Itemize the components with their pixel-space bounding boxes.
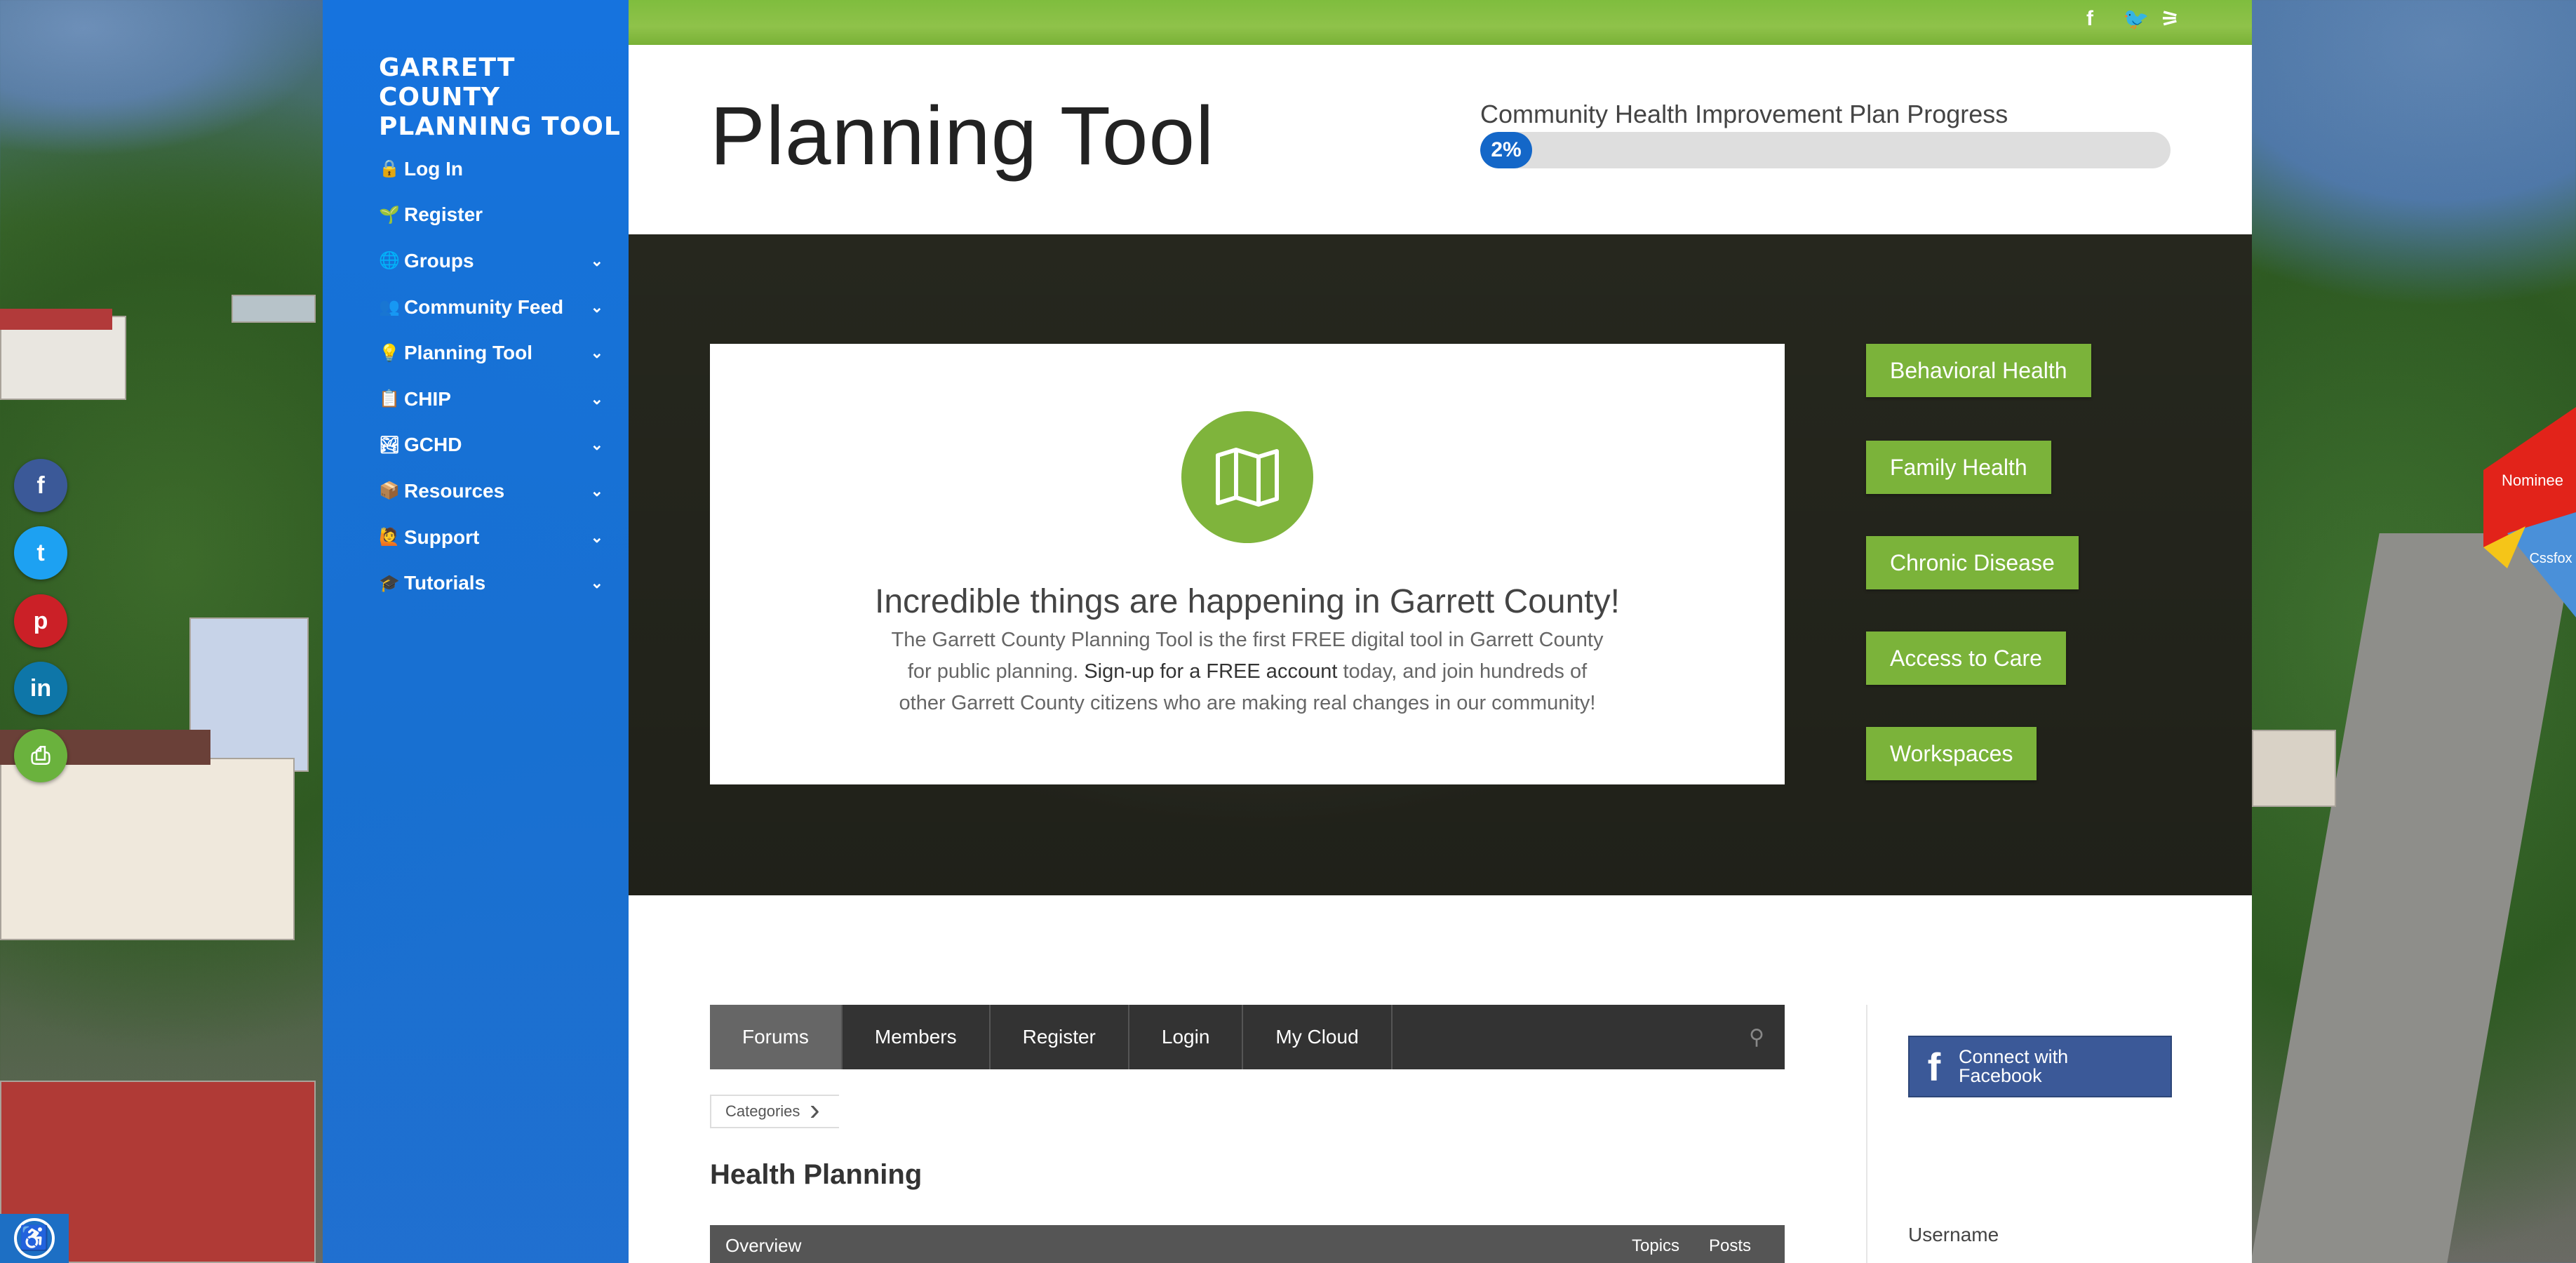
hero-card: Incredible things are happening in Garre… bbox=[710, 344, 1785, 784]
nominee-badge[interactable]: Nominee Cssfox bbox=[2483, 407, 2576, 617]
facebook-label-line-2: Facebook bbox=[1959, 1065, 2042, 1086]
tab-my-cloud[interactable]: My Cloud bbox=[1243, 1005, 1393, 1069]
box-icon: 📦 bbox=[379, 481, 400, 501]
chevron-down-icon[interactable]: ⌄ bbox=[591, 344, 603, 362]
hero-text: The Garrett County Planning Tool is the … bbox=[883, 624, 1612, 719]
facebook-icon[interactable]: f bbox=[2086, 7, 2093, 31]
sidebar-item-label: Tutorials bbox=[404, 572, 486, 594]
sidebar-item-register[interactable]: 🌱 Register bbox=[379, 192, 603, 239]
logo-line-2: PLANNING TOOL bbox=[379, 112, 621, 141]
facebook-share-button[interactable]: f bbox=[14, 459, 67, 512]
support-icon: 🙋 bbox=[379, 528, 400, 547]
username-label: Username bbox=[1908, 1224, 1999, 1245]
signup-link[interactable]: Sign-up for a FREE account bbox=[1084, 660, 1337, 683]
hero-heading: Incredible things are happening in Garre… bbox=[875, 583, 1620, 620]
hero-button-family-health[interactable]: Family Health bbox=[1866, 441, 2051, 494]
tab-members[interactable]: Members bbox=[843, 1005, 991, 1069]
page-title: Planning Tool bbox=[710, 90, 1215, 182]
chip-icon: 📋 bbox=[379, 389, 400, 409]
sidebar-item-label: Resources bbox=[404, 479, 505, 502]
topics-column-header: Topics bbox=[1632, 1236, 1680, 1255]
facebook-icon: f bbox=[1927, 1044, 1941, 1089]
chevron-down-icon[interactable]: ⌄ bbox=[591, 574, 603, 592]
sidebar-nav: 🔒 Log In 🌱 Register 🌐 Groups ⌄ 👥 Community Feed ⌄… bbox=[379, 146, 603, 606]
forum-nav: Forums Members Register Login My Cloud ⚲ bbox=[710, 1005, 1785, 1069]
chevron-down-icon[interactable]: ⌄ bbox=[591, 298, 603, 316]
sidebar-item-groups[interactable]: 🌐 Groups ⌄ bbox=[379, 238, 603, 284]
sidebar-item-label: GCHD bbox=[404, 434, 462, 456]
globe-icon: 🌐 bbox=[379, 251, 400, 271]
tutorial-icon: 🎓 bbox=[379, 573, 400, 593]
accessibility-button[interactable]: ♿ bbox=[0, 1214, 69, 1263]
tab-forums[interactable]: Forums bbox=[710, 1005, 843, 1069]
sidebar-item-label: CHIP bbox=[404, 387, 451, 410]
sidebar-item-chip[interactable]: 📋 CHIP ⌄ bbox=[379, 376, 603, 422]
divider bbox=[1866, 1005, 1867, 1263]
connect-facebook-label: Connect with Facebook bbox=[1959, 1048, 2068, 1085]
section-title: Health Planning bbox=[710, 1159, 923, 1190]
facebook-label-line-1: Connect with bbox=[1959, 1046, 2069, 1067]
twitter-icon: t bbox=[36, 539, 45, 566]
chevron-down-icon[interactable]: ⌄ bbox=[591, 528, 603, 547]
facebook-icon: f bbox=[36, 472, 45, 499]
sidebar-item-label: Planning Tool bbox=[404, 342, 533, 364]
nominee-text: Nominee bbox=[2502, 472, 2563, 489]
chevron-down-icon[interactable]: ⌄ bbox=[591, 252, 603, 270]
sidebar-item-label: Support bbox=[404, 526, 480, 548]
sidebar-item-tutorials[interactable]: 🎓 Tutorials ⌄ bbox=[379, 560, 603, 606]
hero-button-access-to-care[interactable]: Access to Care bbox=[1866, 632, 2066, 685]
print-share-button[interactable]: ⎙ bbox=[14, 729, 67, 782]
sidebar: GARRETT COUNTY PLANNING TOOL 🔒 Log In 🌱 Reg… bbox=[323, 0, 629, 1263]
sidebar-item-label: Register bbox=[404, 203, 483, 226]
people-icon: 👥 bbox=[379, 298, 400, 317]
connect-facebook-button[interactable]: f Connect with Facebook bbox=[1908, 1036, 2172, 1097]
lightbulb-icon: 💡 bbox=[379, 343, 400, 363]
twitter-icon[interactable]: 🐦 bbox=[2123, 7, 2149, 32]
chevron-down-icon[interactable]: ⌄ bbox=[591, 390, 603, 408]
tab-login[interactable]: Login bbox=[1129, 1005, 1244, 1069]
cssfox-text: Cssfox bbox=[2529, 551, 2572, 566]
hero-button-workspaces[interactable]: Workspaces bbox=[1866, 727, 2037, 780]
sidebar-item-support[interactable]: 🙋 Support ⌄ bbox=[379, 514, 603, 561]
accessibility-icon: ♿ bbox=[14, 1218, 55, 1259]
tab-register[interactable]: Register bbox=[991, 1005, 1129, 1069]
search-icon[interactable]: ⚲ bbox=[1729, 1005, 1785, 1069]
sidebar-item-log-in[interactable]: 🔒 Log In bbox=[379, 146, 603, 192]
sidebar-item-label: Groups bbox=[404, 249, 474, 272]
rss-icon[interactable]: ⚞ bbox=[2161, 7, 2180, 32]
sidebar-item-label: Log In bbox=[404, 157, 463, 180]
progress-label: Community Health Improvement Plan Progre… bbox=[1480, 100, 2008, 128]
chevron-down-icon[interactable]: ⌄ bbox=[591, 436, 603, 454]
page-header: Planning Tool Community Health Improveme… bbox=[629, 45, 2252, 234]
sidebar-item-planning-tool[interactable]: 💡 Planning Tool ⌄ bbox=[379, 330, 603, 376]
sidebar-item-label: Community Feed bbox=[404, 295, 564, 318]
progress-fill: 2% bbox=[1480, 132, 1532, 168]
sprout-icon: 🌱 bbox=[379, 205, 400, 225]
pinterest-share-button[interactable]: p bbox=[14, 594, 67, 648]
chevron-down-icon[interactable]: ⌄ bbox=[591, 482, 603, 500]
sidebar-item-gchd[interactable]: 🏞 GCHD ⌄ bbox=[379, 422, 603, 469]
sidebar-item-resources[interactable]: 📦 Resources ⌄ bbox=[379, 468, 603, 514]
twitter-share-button[interactable]: t bbox=[14, 526, 67, 580]
landscape-icon: 🏞 bbox=[379, 435, 401, 455]
hero-banner: Incredible things are happening in Garre… bbox=[629, 234, 2252, 895]
sidebar-item-community-feed[interactable]: 👥 Community Feed ⌄ bbox=[379, 284, 603, 330]
top-band: f 🐦 ⚞ bbox=[629, 0, 2252, 45]
map-icon bbox=[1181, 411, 1313, 543]
linkedin-icon: in bbox=[29, 674, 52, 702]
posts-column-header: Posts bbox=[1709, 1236, 1752, 1255]
linkedin-share-button[interactable]: in bbox=[14, 662, 67, 715]
forum-content: Forums Members Register Login My Cloud ⚲ Cate… bbox=[629, 895, 2252, 1263]
overview-header: Overview Topics Posts bbox=[710, 1225, 1785, 1263]
lock-icon: 🔒 bbox=[379, 159, 400, 179]
breadcrumb-arrow-icon: › bbox=[810, 1092, 820, 1127]
print-icon: ⎙ bbox=[31, 742, 51, 769]
logo-line-1: GARRETT COUNTY bbox=[379, 53, 516, 112]
progress-bar: 2% bbox=[1480, 132, 2171, 168]
overview-label: Overview bbox=[725, 1235, 802, 1256]
hero-button-behavioral-health[interactable]: Behavioral Health bbox=[1866, 344, 2091, 397]
site-logo[interactable]: GARRETT COUNTY PLANNING TOOL bbox=[379, 53, 629, 142]
hero-button-chronic-disease[interactable]: Chronic Disease bbox=[1866, 536, 2079, 589]
pinterest-icon: p bbox=[33, 607, 48, 634]
